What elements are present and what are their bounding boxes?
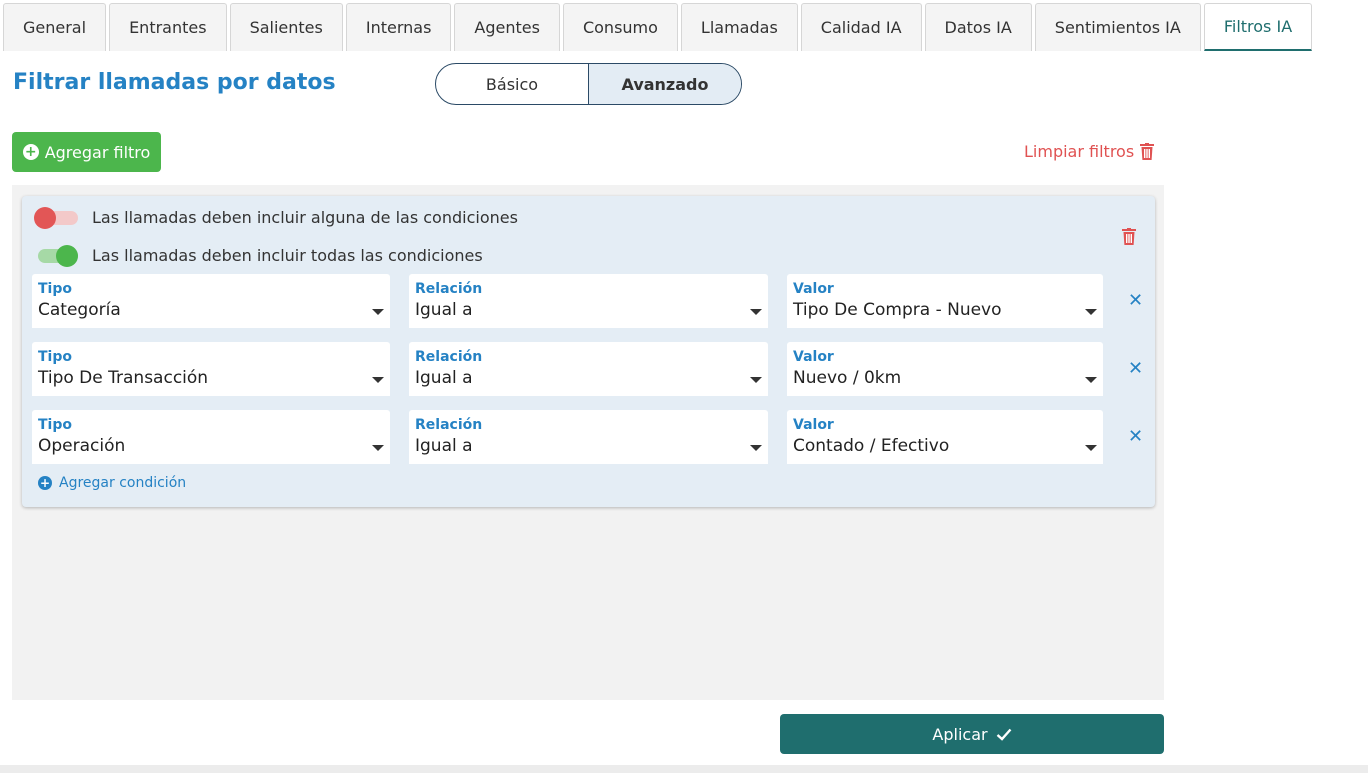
caret-down-icon <box>750 445 762 451</box>
tipo-select[interactable]: Tipo Tipo De Transacción <box>32 342 390 396</box>
relacion-value: Igual a <box>415 368 473 388</box>
caret-down-icon <box>372 377 384 383</box>
tab-filtros-ia[interactable]: Filtros IA <box>1203 3 1313 51</box>
relacion-value: Igual a <box>415 436 473 456</box>
add-filter-button[interactable]: + Agregar filtro <box>12 132 161 172</box>
tab-sentimientos-ia[interactable]: Sentimientos IA <box>1034 3 1201 51</box>
page-title: Filtrar llamadas por datos <box>13 70 336 95</box>
tab-datos-ia[interactable]: Datos IA <box>924 3 1032 51</box>
valor-value: Tipo De Compra - Nuevo <box>793 300 1002 320</box>
valor-select[interactable]: Valor Contado / Efectivo <box>787 410 1103 464</box>
caret-down-icon <box>1085 309 1097 315</box>
remove-condition-icon[interactable]: ✕ <box>1128 290 1143 311</box>
relacion-label: Relación <box>415 349 483 365</box>
tipo-label: Tipo <box>38 417 72 433</box>
valor-select[interactable]: Valor Tipo De Compra - Nuevo <box>787 274 1103 328</box>
valor-value: Nuevo / 0km <box>793 368 902 388</box>
condition-row: Tipo Categoría Relación Igual a Valor Ti… <box>32 274 1143 328</box>
caret-down-icon <box>750 377 762 383</box>
tab-agentes[interactable]: Agentes <box>454 3 560 51</box>
tab-bar: General Entrantes Salientes Internas Age… <box>0 0 1368 54</box>
tipo-label: Tipo <box>38 281 72 297</box>
relacion-label: Relación <box>415 281 483 297</box>
tipo-value: Operación <box>38 436 126 456</box>
caret-down-icon <box>372 445 384 451</box>
remove-condition-icon[interactable]: ✕ <box>1128 358 1143 379</box>
toggle-all-switch[interactable] <box>34 245 78 267</box>
tipo-value: Tipo De Transacción <box>38 368 209 388</box>
mode-switch: Básico Avanzado <box>435 63 742 105</box>
valor-label: Valor <box>793 417 834 433</box>
toggle-any-label: Las llamadas deben incluir alguna de las… <box>92 207 518 227</box>
clear-filters-button[interactable]: Limpiar filtros <box>1024 142 1155 161</box>
clear-filters-label: Limpiar filtros <box>1024 142 1135 161</box>
caret-down-icon <box>372 309 384 315</box>
condition-row: Tipo Operación Relación Igual a Valor Co… <box>32 410 1143 464</box>
tab-entrantes[interactable]: Entrantes <box>109 3 227 51</box>
caret-down-icon <box>1085 445 1097 451</box>
plus-circle-icon: + <box>22 144 39 160</box>
add-condition-button[interactable]: + Agregar condición <box>38 475 186 491</box>
relacion-label: Relación <box>415 417 483 433</box>
valor-value: Contado / Efectivo <box>793 436 950 456</box>
relacion-select[interactable]: Relación Igual a <box>409 342 768 396</box>
condition-row: Tipo Tipo De Transacción Relación Igual … <box>32 342 1143 396</box>
add-condition-label: Agregar condición <box>59 475 187 491</box>
tab-llamadas[interactable]: Llamadas <box>680 3 798 51</box>
tab-consumo[interactable]: Consumo <box>562 3 678 51</box>
check-icon <box>996 728 1011 741</box>
toggle-all-label: Las llamadas deben incluir todas las con… <box>92 245 483 265</box>
add-filter-label: Agregar filtro <box>44 142 151 162</box>
mode-advanced-button[interactable]: Avanzado <box>588 64 741 104</box>
relacion-select[interactable]: Relación Igual a <box>409 274 768 328</box>
relacion-value: Igual a <box>415 300 473 320</box>
toggle-row-all: Las llamadas deben incluir todas las con… <box>34 245 483 267</box>
tipo-value: Categoría <box>38 300 121 320</box>
tab-salientes[interactable]: Salientes <box>229 3 343 51</box>
remove-condition-icon[interactable]: ✕ <box>1128 426 1143 447</box>
relacion-select[interactable]: Relación Igual a <box>409 410 768 464</box>
apply-button[interactable]: Aplicar <box>780 714 1164 754</box>
valor-label: Valor <box>793 281 834 297</box>
filter-group: Las llamadas deben incluir alguna de las… <box>22 196 1155 507</box>
mode-basic-button[interactable]: Básico <box>436 64 588 104</box>
caret-down-icon <box>1085 377 1097 383</box>
tab-calidad-ia[interactable]: Calidad IA <box>800 3 922 51</box>
plus-circle-icon: + <box>38 476 52 490</box>
toggle-row-any: Las llamadas deben incluir alguna de las… <box>34 207 518 229</box>
bottom-bar <box>0 765 1368 773</box>
trash-icon <box>1140 143 1155 160</box>
apply-label: Aplicar <box>932 724 988 744</box>
valor-label: Valor <box>793 349 834 365</box>
tab-internas[interactable]: Internas <box>345 3 452 51</box>
tipo-select[interactable]: Tipo Operación <box>32 410 390 464</box>
tab-general[interactable]: General <box>3 3 107 51</box>
tipo-label: Tipo <box>38 349 72 365</box>
caret-down-icon <box>750 309 762 315</box>
delete-group-icon[interactable] <box>1122 228 1136 245</box>
valor-select[interactable]: Valor Nuevo / 0km <box>787 342 1103 396</box>
tipo-select[interactable]: Tipo Categoría <box>32 274 390 328</box>
toggle-any-switch[interactable] <box>34 207 78 229</box>
